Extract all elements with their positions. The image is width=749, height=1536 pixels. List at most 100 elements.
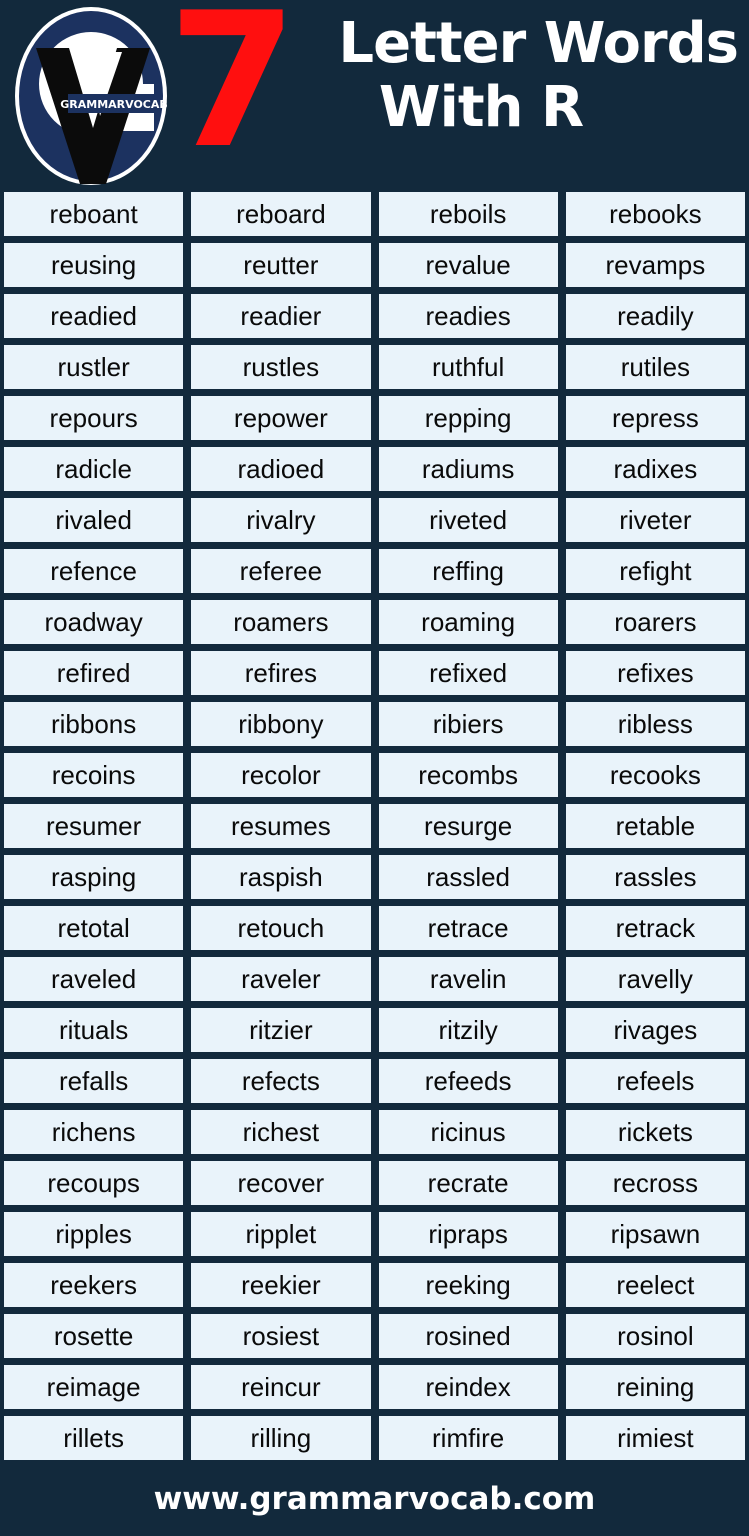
word-cell: richest: [191, 1110, 371, 1154]
word-label: rilling: [250, 1423, 312, 1453]
poster-footer: www.grammarvocab.com: [0, 1462, 749, 1536]
word-label: radicle: [55, 454, 132, 484]
word-label: rimiest: [617, 1423, 694, 1453]
word-cell: rasping: [4, 855, 184, 899]
word-label: rasping: [50, 862, 137, 892]
word-cell: reining: [565, 1365, 745, 1409]
word-label: reffing: [432, 556, 505, 586]
word-label: rivages: [613, 1015, 698, 1045]
word-label: reindex: [425, 1372, 511, 1402]
word-cell: rimfire: [378, 1416, 558, 1460]
word-cell: reelect: [565, 1263, 745, 1307]
word-label: repours: [49, 403, 138, 433]
word-label: recross: [612, 1168, 698, 1198]
word-cell: refeeds: [378, 1059, 558, 1103]
word-label: ribless: [617, 709, 693, 739]
word-label: readied: [50, 301, 137, 331]
word-cell: repping: [378, 396, 558, 440]
word-cell: readied: [4, 294, 184, 338]
word-cell: recombs: [378, 753, 558, 797]
word-label: reboils: [429, 199, 507, 229]
word-label: reboant: [49, 199, 138, 229]
word-label: ribiers: [432, 709, 504, 739]
word-label: revalue: [425, 250, 511, 280]
word-label: ribbons: [50, 709, 137, 739]
word-grid-wrapper: reboant reboard reboils rebooks reusing reutt…: [0, 192, 749, 1462]
title-line-2: With R: [378, 75, 584, 140]
word-label: resumer: [45, 811, 142, 841]
word-label: radixes: [613, 454, 698, 484]
word-cell: refired: [4, 651, 184, 695]
word-cell: recolor: [191, 753, 371, 797]
word-cell: readily: [565, 294, 745, 338]
word-cell: reeking: [378, 1263, 558, 1307]
word-label: retable: [615, 811, 696, 841]
word-label: ravelin: [429, 964, 507, 994]
word-label: reincur: [241, 1372, 321, 1402]
word-label: referee: [239, 556, 323, 586]
word-cell: rosinol: [565, 1314, 745, 1358]
word-cell: reusing: [4, 243, 184, 287]
word-cell: reboils: [378, 192, 558, 236]
word-cell: rassles: [565, 855, 745, 899]
word-label: rickets: [617, 1117, 693, 1147]
word-label: rebooks: [609, 199, 702, 229]
word-label: recooks: [609, 760, 701, 790]
word-label: refired: [56, 658, 131, 688]
word-label: raveled: [50, 964, 137, 994]
word-cell: recooks: [565, 753, 745, 797]
word-cell: ribless: [565, 702, 745, 746]
word-label: repress: [612, 403, 699, 433]
word-cell: rickets: [565, 1110, 745, 1154]
word-cell: ricinus: [378, 1110, 558, 1154]
word-cell: reboant: [4, 192, 184, 236]
logo-brand-text: GRAMMARVOCAB: [60, 98, 168, 111]
word-cell: revamps: [565, 243, 745, 287]
word-cell: refight: [565, 549, 745, 593]
word-label: readies: [425, 301, 511, 331]
word-label: ruthful: [431, 352, 505, 382]
word-cell: raveler: [191, 957, 371, 1001]
word-label: repower: [233, 403, 328, 433]
word-label: rituals: [58, 1015, 129, 1045]
grammarvocab-logo: GRAMMARVOCAB: [14, 6, 169, 186]
word-cell: resumer: [4, 804, 184, 848]
word-cell: rustles: [191, 345, 371, 389]
word-label: readily: [617, 301, 694, 331]
word-cell: refence: [4, 549, 184, 593]
word-label: rosined: [425, 1321, 511, 1351]
word-label: richens: [51, 1117, 136, 1147]
word-cell: ruthful: [378, 345, 558, 389]
word-cell: rosette: [4, 1314, 184, 1358]
word-label: retotal: [57, 913, 130, 943]
word-cell: reekers: [4, 1263, 184, 1307]
word-label: recoups: [47, 1168, 140, 1198]
word-label: refixed: [429, 658, 508, 688]
word-cell: rosiest: [191, 1314, 371, 1358]
word-label: riveter: [619, 505, 692, 535]
word-label: rosette: [53, 1321, 134, 1351]
word-label: rillets: [63, 1423, 124, 1453]
word-cell: riveted: [378, 498, 558, 542]
word-label: ripples: [55, 1219, 132, 1249]
word-label: rustler: [57, 352, 130, 382]
word-cell: reboard: [191, 192, 371, 236]
word-label: refects: [241, 1066, 320, 1096]
word-label: resumes: [231, 811, 331, 841]
word-label: rivaled: [55, 505, 132, 535]
word-label: ribbony: [238, 709, 324, 739]
word-cell: resurge: [378, 804, 558, 848]
word-cell: readies: [378, 294, 558, 338]
word-cell: repours: [4, 396, 184, 440]
word-cell: retable: [565, 804, 745, 848]
word-label: ritzier: [249, 1015, 313, 1045]
word-grid: reboant reboard reboils rebooks reusing reutt…: [4, 192, 745, 1460]
word-label: raveler: [241, 964, 321, 994]
word-cell: ritzier: [191, 1008, 371, 1052]
word-cell: roamers: [191, 600, 371, 644]
word-cell: refixed: [378, 651, 558, 695]
word-cell: radixes: [565, 447, 745, 491]
word-cell: rimiest: [565, 1416, 745, 1460]
word-label: resurge: [424, 811, 513, 841]
word-cell: repower: [191, 396, 371, 440]
